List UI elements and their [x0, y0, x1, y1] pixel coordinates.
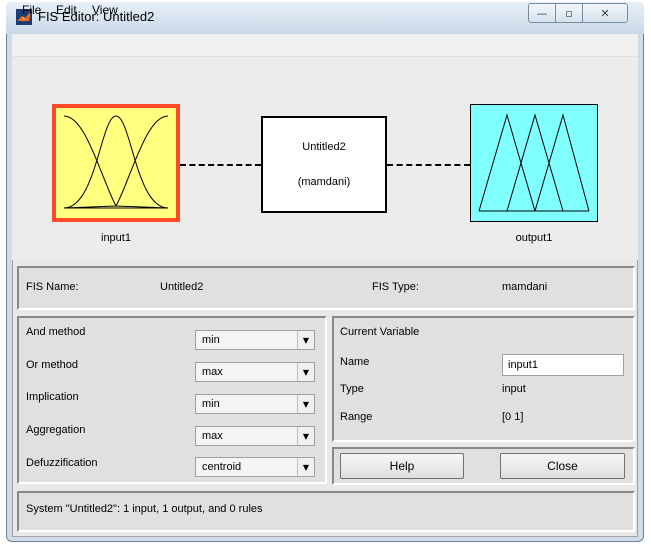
triangular-membership-icon [478, 113, 590, 212]
system-type: (mamdani) [297, 176, 351, 188]
menu-bar [12, 34, 638, 57]
aggregation-label: Aggregation [26, 424, 86, 436]
help-button[interactable]: Help [340, 453, 464, 479]
and-method-dropdown[interactable]: min ▼ [195, 330, 315, 350]
variable-type-label: Type [340, 383, 364, 395]
implication-dropdown[interactable]: min ▼ [195, 394, 315, 414]
or-method-value: max [202, 366, 223, 378]
variable-range-label: Range [340, 411, 373, 423]
menu-edit[interactable]: Edit [56, 3, 77, 17]
output-connector [387, 164, 470, 166]
defuzzification-label: Defuzzification [26, 457, 98, 469]
input-variable-label: input1 [101, 232, 131, 244]
chevron-down-icon: ▼ [297, 427, 314, 445]
variable-type-value: input [502, 383, 526, 395]
defuzzification-dropdown[interactable]: centroid ▼ [195, 457, 315, 477]
defuzzification-value: centroid [202, 461, 242, 473]
menu-file[interactable]: File [22, 3, 41, 17]
fis-type-value: mamdani [502, 281, 548, 293]
maximize-button[interactable]: ▫ [555, 3, 583, 23]
fis-name-label: FIS Name: [26, 281, 79, 293]
variable-name-input[interactable]: input1 [502, 354, 624, 376]
chevron-down-icon: ▼ [297, 395, 314, 413]
chevron-down-icon: ▼ [297, 458, 314, 476]
minimize-icon: — [536, 6, 548, 20]
gaussian-membership-icon [63, 115, 169, 209]
chevron-down-icon: ▼ [297, 331, 314, 349]
current-variable-heading: Current Variable [340, 326, 420, 338]
minimize-button[interactable]: — [528, 3, 556, 23]
variable-name-value: input1 [508, 359, 538, 371]
fis-name-value: Untitled2 [160, 281, 204, 293]
fis-system-box[interactable] [261, 116, 387, 213]
variable-name-label: Name [340, 356, 370, 368]
output-variable-label: output1 [515, 232, 553, 244]
maximize-icon: ▫ [565, 6, 573, 20]
and-method-label: And method [26, 326, 86, 338]
input-variable-box[interactable] [52, 104, 180, 222]
aggregation-value: max [202, 430, 223, 442]
and-method-value: min [202, 334, 220, 346]
status-text: System "Untitled2": 1 input, 1 output, a… [26, 503, 263, 515]
chevron-down-icon: ▼ [297, 363, 314, 381]
variable-range-value: [0 1] [502, 411, 524, 423]
output-variable-box[interactable] [470, 104, 598, 222]
input-connector [180, 164, 261, 166]
aggregation-dropdown[interactable]: max ▼ [195, 426, 315, 446]
implication-value: min [202, 398, 220, 410]
close-button[interactable]: Close [500, 453, 625, 479]
close-window-button[interactable]: ✕ [582, 3, 628, 23]
or-method-dropdown[interactable]: max ▼ [195, 362, 315, 382]
menu-view[interactable]: View [92, 3, 118, 17]
or-method-label: Or method [26, 359, 78, 371]
implication-label: Implication [26, 391, 79, 403]
close-icon: ✕ [600, 6, 610, 20]
fis-type-label: FIS Type: [372, 281, 419, 293]
system-name: Untitled2 [302, 141, 346, 153]
